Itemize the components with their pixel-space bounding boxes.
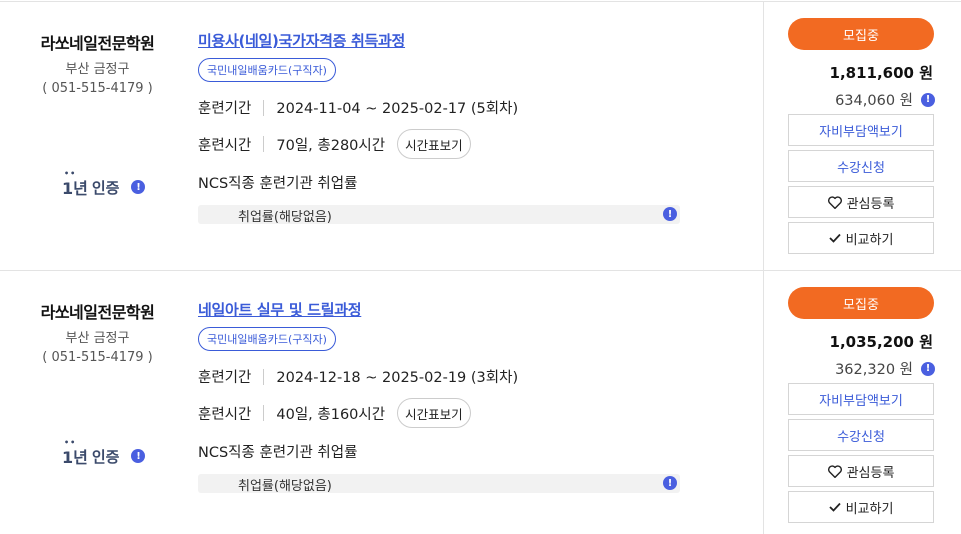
timetable-button[interactable]: 시간표보기 [397,398,471,428]
period-value: 2024-12-18 ~ 2025-02-19 (3회차) [276,370,519,386]
cert-dots: •• [64,169,77,178]
self-pay-value: 634,060 원 [835,93,913,109]
institution-name[interactable]: 라쏘네일전문학원 [0,299,195,323]
employment-rate-text: 취업률(해당없음) [238,479,332,494]
ncs-employment-label: NCS직종 훈련기관 취업률 [198,445,358,461]
column-divider [763,2,764,270]
time-value: 40일, 총160시간 [276,406,386,423]
institution-name[interactable]: 라쏘네일전문학원 [0,30,195,54]
timetable-button[interactable]: 시간표보기 [397,129,471,159]
course-card: 라쏘네일전문학원 부산 금정구 ( 051-515-4179 ) •• 1년 인증… [0,270,961,534]
training-hours: 훈련시간 70일, 총280시간 시간표보기 [198,128,471,160]
cert-years: •• 1년 [62,438,88,468]
column-divider [763,271,764,534]
cert-label: 인증 [91,447,120,466]
info-icon[interactable]: ! [131,180,146,194]
wishlist-button[interactable]: 관심등록 [788,455,934,487]
wishlist-button[interactable]: 관심등록 [788,186,934,218]
time-label: 훈련시간 [198,137,252,154]
funding-tag: 국민내일배움카드(구직자) [198,327,336,351]
info-icon[interactable]: ! [921,361,935,376]
institution-region: 부산 금정구 [65,331,130,346]
info-icon[interactable]: ! [663,476,677,490]
self-pay-view-button[interactable]: 자비부담액보기 [788,383,934,415]
employment-rate-bar: 취업률(해당없음) ! [198,205,680,225]
heart-icon [827,464,842,478]
institution-region: 부산 금정구 [65,62,130,77]
check-icon [828,233,841,243]
self-pay-amount: 362,320 원 ! [835,358,935,379]
separator [263,136,265,152]
cert-dots: •• [64,438,77,447]
course-card: 라쏘네일전문학원 부산 금정구 ( 051-515-4179 ) •• 1년 인증… [0,2,961,270]
course-price: 1,811,600 원 [829,64,933,82]
info-icon[interactable]: ! [131,449,146,463]
apply-button[interactable]: 수강신청 [788,150,934,182]
recruiting-status-button[interactable]: 모집중 [788,287,934,319]
period-label: 훈련기간 [198,370,252,386]
info-icon[interactable]: ! [663,207,677,221]
compare-button[interactable]: 비교하기 [788,491,934,523]
course-title-link[interactable]: 미용사(네일)국가자격증 취득과정 [198,30,405,51]
employment-rate-bar: 취업률(해당없음) ! [198,474,680,494]
wishlist-label: 관심등록 [846,196,895,212]
self-pay-value: 362,320 원 [835,362,913,378]
course-list: 라쏘네일전문학원 부산 금정구 ( 051-515-4179 ) •• 1년 인증… [0,0,961,534]
check-icon [828,502,841,512]
cert-years-text: 1년 [62,448,88,467]
self-pay-view-button[interactable]: 자비부담액보기 [788,114,934,146]
apply-button[interactable]: 수강신청 [788,419,934,451]
funding-tag: 국민내일배움카드(구직자) [198,58,336,82]
self-pay-amount: 634,060 원 ! [835,89,935,110]
compare-label: 비교하기 [845,232,894,248]
separator [263,99,265,116]
certification-badge: •• 1년 인증 ! [62,169,146,199]
employment-rate-text: 취업률(해당없음) [238,210,332,225]
separator [263,368,265,385]
cert-label: 인증 [91,178,120,197]
heart-icon [827,195,842,209]
course-title-link[interactable]: 네일아트 실무 및 드릴과정 [198,299,362,320]
compare-button[interactable]: 비교하기 [788,222,934,254]
training-hours: 훈련시간 40일, 총160시간 시간표보기 [198,397,471,429]
cert-years: •• 1년 [62,169,88,199]
training-period: 훈련기간 2024-11-04 ~ 2025-02-17 (5회차) [198,97,518,118]
ncs-employment-label: NCS직종 훈련기관 취업률 [198,176,358,192]
period-value: 2024-11-04 ~ 2025-02-17 (5회차) [276,101,519,117]
course-price: 1,035,200 원 [829,333,933,351]
cert-years-text: 1년 [62,179,88,198]
institution-phone: ( 051-515-4179 ) [42,350,153,365]
certification-badge: •• 1년 인증 ! [62,438,146,468]
compare-label: 비교하기 [845,501,894,517]
time-value: 70일, 총280시간 [276,137,386,154]
recruiting-status-button[interactable]: 모집중 [788,18,934,50]
info-icon[interactable]: ! [921,92,935,107]
institution-phone: ( 051-515-4179 ) [42,81,153,96]
wishlist-label: 관심등록 [846,465,895,481]
training-period: 훈련기간 2024-12-18 ~ 2025-02-19 (3회차) [198,366,518,387]
separator [263,405,265,421]
time-label: 훈련시간 [198,406,252,423]
period-label: 훈련기간 [198,101,252,117]
